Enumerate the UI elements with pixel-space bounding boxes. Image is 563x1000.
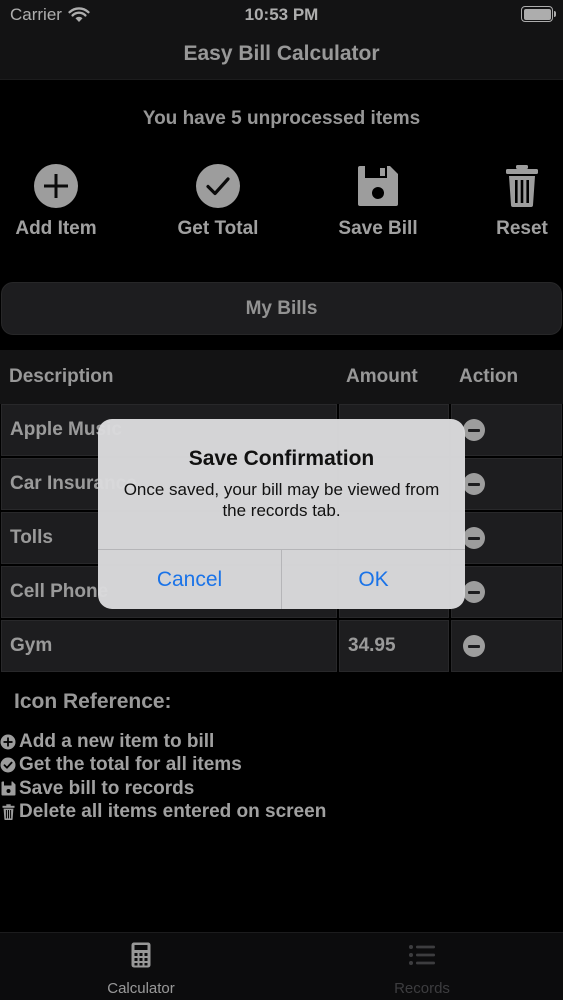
ok-button[interactable]: OK (282, 550, 465, 609)
save-confirmation-dialog: Save Confirmation Once saved, your bill … (98, 419, 465, 609)
dialog-actions: Cancel OK (98, 549, 465, 609)
dialog-title: Save Confirmation (188, 447, 375, 470)
dialog-message: Once saved, your bill may be viewed from… (123, 480, 440, 520)
cancel-button[interactable]: Cancel (98, 550, 282, 609)
